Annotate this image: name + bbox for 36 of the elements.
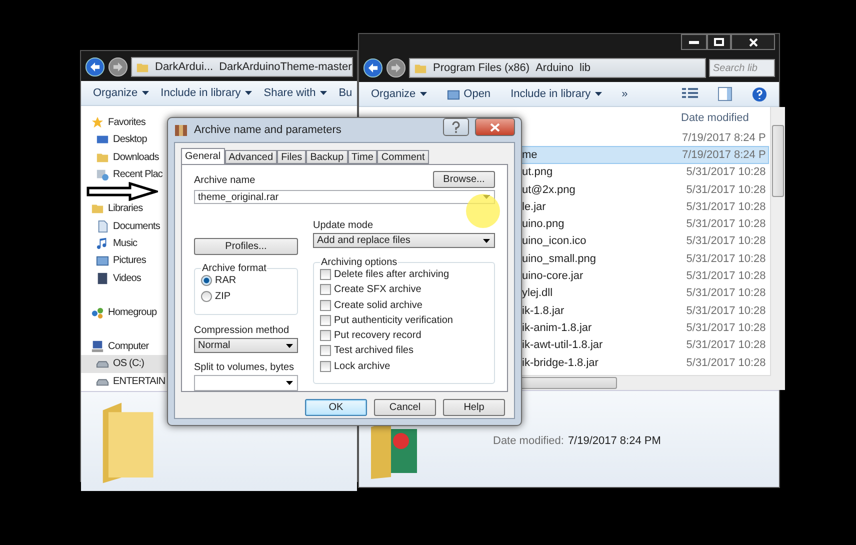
date-cell-text: 5/31/2017 10:28 <box>686 270 767 282</box>
field-label: Split to volumes, bytes <box>194 362 296 373</box>
file-name: ik-1.8.jar <box>522 304 564 317</box>
details-value: 7/19/2017 8:24 PM <box>568 435 661 447</box>
date-cell-text: 5/31/2017 10:28 <box>686 322 767 334</box>
file-name: ut@2x.png <box>522 184 576 196</box>
date-cell-text: 5/31/2017 10:28 <box>686 235 767 248</box>
file-name: ik-anim-1.8.jar <box>522 322 592 334</box>
date-cell-text: 7/19/2017 8:24 P <box>682 148 767 161</box>
file-name: uino-core.jar <box>522 270 584 282</box>
date-cell-text: 5/31/2017 10:28 <box>686 287 767 300</box>
file-name: ut.png <box>522 166 553 178</box>
date-cell-text: 7/19/2017 8:24 P <box>682 132 767 144</box>
date-cell-text: 5/31/2017 10:28 <box>686 252 767 265</box>
date-cell-text: 5/31/2017 10:28 <box>686 218 767 230</box>
file-name: me <box>522 148 538 161</box>
date-cell-text: 5/31/2017 10:28 <box>686 304 767 317</box>
dialog-title: Archive name and parameters <box>194 124 342 136</box>
group-label: Archiving options <box>320 257 398 268</box>
field-label: Update mode <box>313 220 374 231</box>
field-label: Compression method <box>194 325 290 336</box>
date-cell-text: 5/31/2017 10:28 <box>686 339 767 352</box>
file-name: le.jar <box>522 200 546 213</box>
group-label: Archive format <box>201 263 268 274</box>
file-name: ylej.dll <box>522 287 553 300</box>
field-label: Archive name <box>194 175 256 186</box>
file-name: uino_small.png <box>522 252 596 265</box>
date-cell-text: 5/31/2017 10:28 <box>686 184 767 196</box>
date-cell-text: 5/31/2017 10:28 <box>686 356 767 368</box>
date-cell-text: 5/31/2017 10:28 <box>686 200 767 213</box>
details-label: Date modified: <box>493 435 564 447</box>
file-name: ik-bridge-1.8.jar <box>522 356 598 368</box>
file-name: uino.png <box>522 218 564 230</box>
file-name: ik-awt-util-1.8.jar <box>522 339 603 352</box>
file-name: uino_icon.ico <box>522 235 586 248</box>
date-cell-text: 5/31/2017 10:28 <box>686 166 767 178</box>
